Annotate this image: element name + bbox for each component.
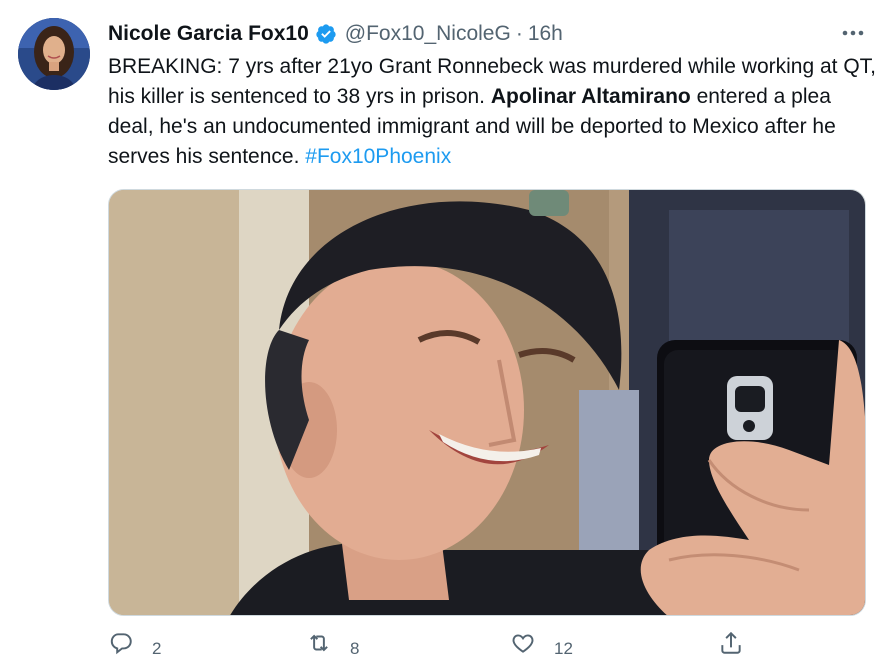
tweet-actions-bar: 2 8 12	[108, 630, 768, 660]
hashtag-link[interactable]: #Fox10Phoenix	[305, 145, 451, 168]
tweet-text-bold-name: Apolinar Altamirano	[490, 85, 691, 108]
heart-icon	[510, 630, 536, 661]
share-icon	[718, 630, 744, 661]
retweet-icon	[306, 630, 332, 661]
tweet-header: Nicole Garcia Fox10 @Fox10_NicoleG · 16h	[108, 20, 563, 48]
tweet-timestamp[interactable]: 16h	[528, 22, 563, 46]
share-button[interactable]	[718, 630, 744, 661]
verified-badge-icon	[315, 23, 337, 45]
tweet-photo[interactable]	[108, 189, 866, 616]
retweet-button[interactable]: 8	[306, 630, 359, 661]
like-button[interactable]: 12	[510, 630, 573, 661]
retweet-count: 8	[350, 638, 360, 658]
author-avatar[interactable]	[18, 18, 90, 90]
reply-count: 2	[152, 638, 162, 658]
like-count: 12	[554, 638, 573, 658]
separator-dot: ·	[515, 22, 523, 45]
tweet-text: BREAKING: 7 yrs after 21yo Grant Ronnebe…	[108, 52, 878, 172]
reply-icon	[108, 630, 134, 661]
reply-button[interactable]: 2	[108, 630, 161, 661]
author-name[interactable]: Nicole Garcia Fox10	[108, 22, 309, 46]
more-options-icon[interactable]	[838, 20, 868, 46]
author-handle[interactable]: @Fox10_NicoleG	[345, 22, 511, 46]
